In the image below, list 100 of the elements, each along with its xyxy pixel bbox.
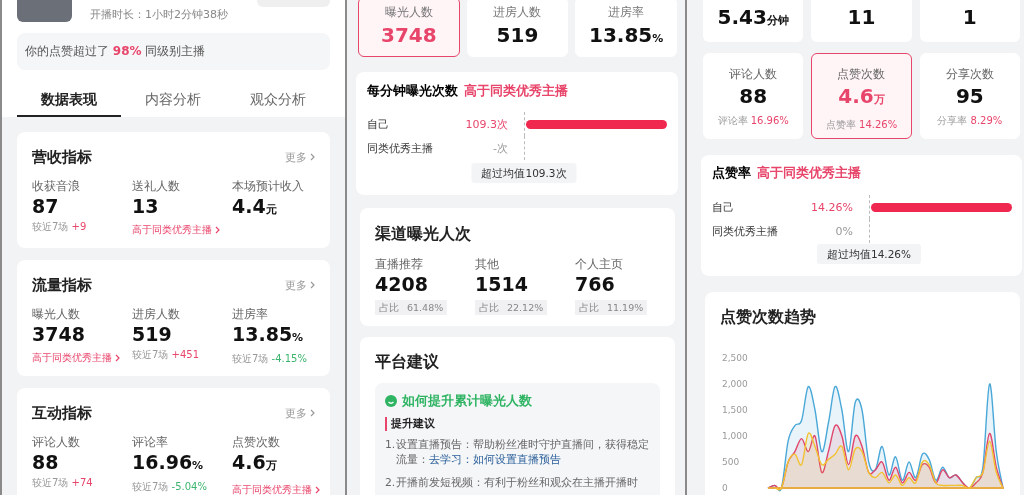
tab[interactable]: 内容分析 — [121, 85, 226, 117]
metric-label: 其他 — [475, 256, 500, 272]
tab[interactable]: 数据表现 — [17, 85, 122, 117]
metric-tile[interactable]: 11 — [811, 0, 912, 42]
metric-label: 点赞次数 — [232, 434, 281, 450]
comparison-note: 较近7场 +74 — [32, 476, 94, 490]
verdict-text: 高于同类优秀主播 — [757, 165, 861, 181]
metric-tile[interactable]: 进房人数 519 — [466, 0, 569, 57]
card-title: 渠道曝光人次 — [375, 224, 472, 244]
metric-label: 送礼人数 — [132, 178, 181, 194]
metric-value: 16.96% — [132, 450, 205, 475]
learn-link[interactable]: 去学习：如何设置直播预告 — [429, 453, 561, 466]
metric-tile[interactable]: 分享次数 95 分享率 8.29% — [919, 53, 1020, 139]
metric-value: 1514 — [475, 272, 529, 296]
metric-tile[interactable]: 1 — [919, 0, 1020, 42]
smiley-icon — [385, 395, 397, 407]
metric-label: 评论率 — [132, 434, 169, 450]
metric-value: 4.4元 — [232, 194, 278, 219]
chevron-icon — [310, 281, 315, 289]
card-title: 平台建议 — [375, 352, 440, 372]
list-number: 1. — [385, 437, 396, 453]
metric-label: 进房人数 — [132, 306, 181, 322]
metric-value: 11 — [846, 5, 877, 29]
metric-label: 个人主页 — [575, 256, 624, 272]
metric-tile[interactable]: 曝光人数 3748 — [358, 0, 460, 57]
axis-label: 0 — [722, 483, 728, 493]
metric-value: 4208 — [375, 272, 429, 296]
axis-label: 2,500 — [722, 353, 748, 363]
card-title: 流量指标 — [32, 275, 92, 295]
metric-label: 收获音浪 — [32, 178, 81, 194]
metric-label: 评论人数 — [32, 434, 81, 450]
advice-text: 开播前发短视频：有利于粉丝和观众在主播开播时 — [396, 475, 638, 490]
metric-value: 95 — [954, 84, 985, 108]
chart-title: 点赞次数趋势 — [719, 306, 817, 327]
rate-note: 点赞率 14.26% — [824, 118, 899, 132]
duration-text: 开播时长：1小时2分钟38秒 — [89, 7, 228, 23]
rate-note: 评论率 16.96% — [716, 114, 790, 128]
card-title: 互动指标 — [32, 403, 92, 423]
metric-value: 4.6万 — [232, 450, 278, 475]
rate-note: 分享率 8.29% — [936, 114, 1004, 128]
metric-tile[interactable]: 点赞次数 4.6万 点赞率 14.26% — [811, 53, 912, 139]
chevron-icon — [310, 409, 315, 417]
metric-value: 88 — [738, 84, 769, 108]
chevron-icon — [310, 153, 315, 161]
advice-text: 设置直播预告：帮助粉丝准时守护直播间，获得稳定流量：去学习：如何设置直播预告 — [396, 437, 650, 467]
advice-topic: 如何提升累计曝光人数 — [402, 393, 532, 409]
card-title: 营收指标 — [32, 147, 92, 167]
row-reading: 0% — [834, 224, 853, 238]
metric-label: 本场预计收入 — [232, 178, 305, 194]
row-reading: 109.3次 — [464, 116, 508, 132]
metric-label: 曝光人数 — [32, 306, 81, 322]
metric-value: 5.43分钟 — [716, 5, 790, 31]
metric-tile[interactable]: 评论人数 88 评论率 16.96% — [703, 53, 804, 139]
summary-chip: 超过均值14.26% — [817, 244, 921, 264]
metric-value: 519 — [495, 22, 540, 48]
metric-value: 3748 — [380, 22, 438, 48]
metric-tile[interactable]: 进房率 13.85% — [575, 0, 677, 57]
row-label: 同类优秀主播 — [367, 140, 434, 156]
metric-label: 评论人数 — [728, 66, 779, 82]
tab[interactable]: 观众分析 — [225, 85, 330, 117]
chevron-icon — [315, 486, 320, 494]
metric-value: 4.6万 — [837, 84, 886, 110]
chevron-icon — [215, 226, 220, 234]
verdict-text: 高于同类优秀主播 — [464, 83, 568, 99]
metric-value: 13 — [132, 194, 160, 218]
share-chip: 占比 11.19% — [575, 300, 648, 315]
metric-value: 13.85% — [588, 22, 665, 49]
metric-label: 进房人数 — [492, 4, 543, 20]
advice-subtitle: 提升建议 — [385, 417, 652, 431]
metric-tile[interactable]: 5.43分钟 — [703, 0, 804, 42]
metric-value: 88 — [32, 450, 60, 474]
metric-label: 进房率 — [607, 4, 646, 20]
metric-label: 直播推荐 — [375, 256, 424, 272]
metric-label: 曝光人数 — [383, 4, 434, 20]
share-chip: 占比 22.12% — [475, 300, 548, 315]
comparison-note: 较近7场 +451 — [132, 348, 200, 362]
share-chip: 占比 61.48% — [375, 300, 448, 315]
comparison-note: 较近7场 -5.04% — [132, 480, 208, 494]
summary-chip: 超过均值109.3次 — [471, 163, 577, 183]
row-label: 自己 — [712, 199, 735, 215]
axis-label: 2,000 — [722, 379, 748, 389]
axis-label: 1,500 — [722, 405, 748, 415]
metric-value: 3748 — [32, 322, 86, 346]
row-reading: -次 — [492, 140, 508, 156]
metric-value: 13.85% — [232, 322, 305, 347]
row-label: 自己 — [367, 116, 390, 132]
metric-value: 87 — [32, 194, 60, 218]
row-reading: 14.26% — [810, 200, 853, 214]
metric-value: 766 — [575, 272, 616, 296]
chevron-icon — [115, 354, 120, 362]
axis-label: 1,000 — [722, 431, 748, 441]
metric-label: 进房率 — [232, 306, 269, 322]
card-title: 每分钟曝光次数 — [367, 83, 458, 99]
benchmark-link[interactable]: 高于同类优秀主播 — [132, 223, 220, 237]
metric-label: 点赞次数 — [836, 66, 887, 82]
metric-value: 519 — [132, 322, 173, 346]
comparison-note: 较近7场 -4.15% — [232, 352, 308, 366]
benchmark-link[interactable]: 高于同类优秀主播 — [32, 351, 120, 365]
axis-label: 500 — [722, 457, 740, 467]
benchmark-link[interactable]: 高于同类优秀主播 — [232, 483, 320, 495]
